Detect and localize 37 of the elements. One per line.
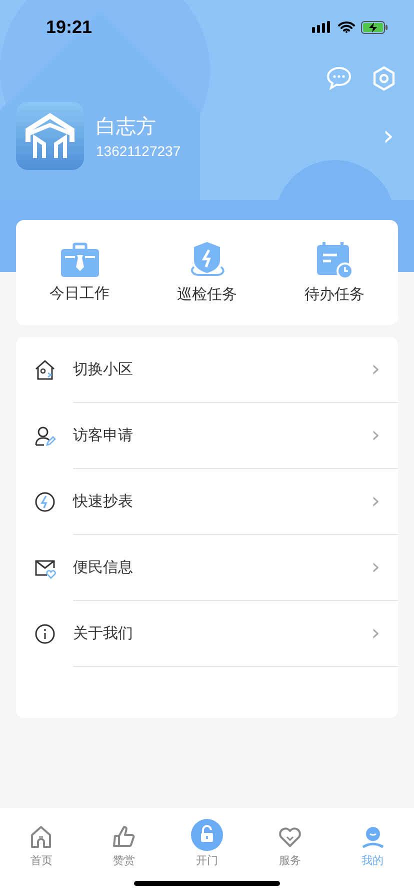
quick-action[interactable]: 巡检任务 xyxy=(152,241,262,304)
tab[interactable]: 开门 xyxy=(166,816,248,868)
thumbs-up-icon xyxy=(112,825,136,849)
menu-item[interactable]: 便民信息 › xyxy=(16,535,398,601)
status-time: 19:21 xyxy=(46,16,92,38)
battery-charging-icon xyxy=(361,20,388,34)
home-icon xyxy=(29,825,54,849)
tab[interactable]: 首页 xyxy=(0,816,83,868)
quick-action[interactable]: 待办任务 xyxy=(279,241,390,304)
unlock-icon xyxy=(190,819,223,851)
quick-action[interactable]: 今日工作 xyxy=(24,242,135,303)
wifi-icon xyxy=(338,21,355,33)
chevron-icon: › xyxy=(371,357,380,382)
chevron-icon: › xyxy=(371,621,380,646)
signal-icon xyxy=(312,21,332,33)
heart-icon xyxy=(278,825,302,849)
app-logo-icon xyxy=(16,102,84,170)
menu-item[interactable]: 切换小区 › xyxy=(16,337,398,403)
tab[interactable]: 服务 xyxy=(248,816,332,868)
chevron-icon: › xyxy=(371,555,380,580)
menu-item[interactable]: 访客申请 › xyxy=(16,403,398,469)
info-icon xyxy=(34,623,56,645)
tab[interactable]: 赞赏 xyxy=(82,816,166,868)
briefcase-icon xyxy=(60,242,100,278)
message-icon[interactable] xyxy=(326,66,352,90)
calendar-clock-icon xyxy=(314,241,354,279)
user-name: 白志方 xyxy=(96,113,157,140)
house-icon xyxy=(34,359,56,381)
menu-item[interactable]: 快速抄表 › xyxy=(16,469,398,535)
chevron-icon: › xyxy=(371,489,380,514)
person-icon xyxy=(360,825,385,849)
bolt-icon xyxy=(34,491,56,513)
settings-icon[interactable] xyxy=(372,66,396,92)
chevron-icon: › xyxy=(371,423,380,448)
person-edit-icon xyxy=(34,425,56,447)
phone-number: 13621127237 xyxy=(96,143,182,159)
menu-item[interactable]: 关于我们 › xyxy=(16,601,398,667)
